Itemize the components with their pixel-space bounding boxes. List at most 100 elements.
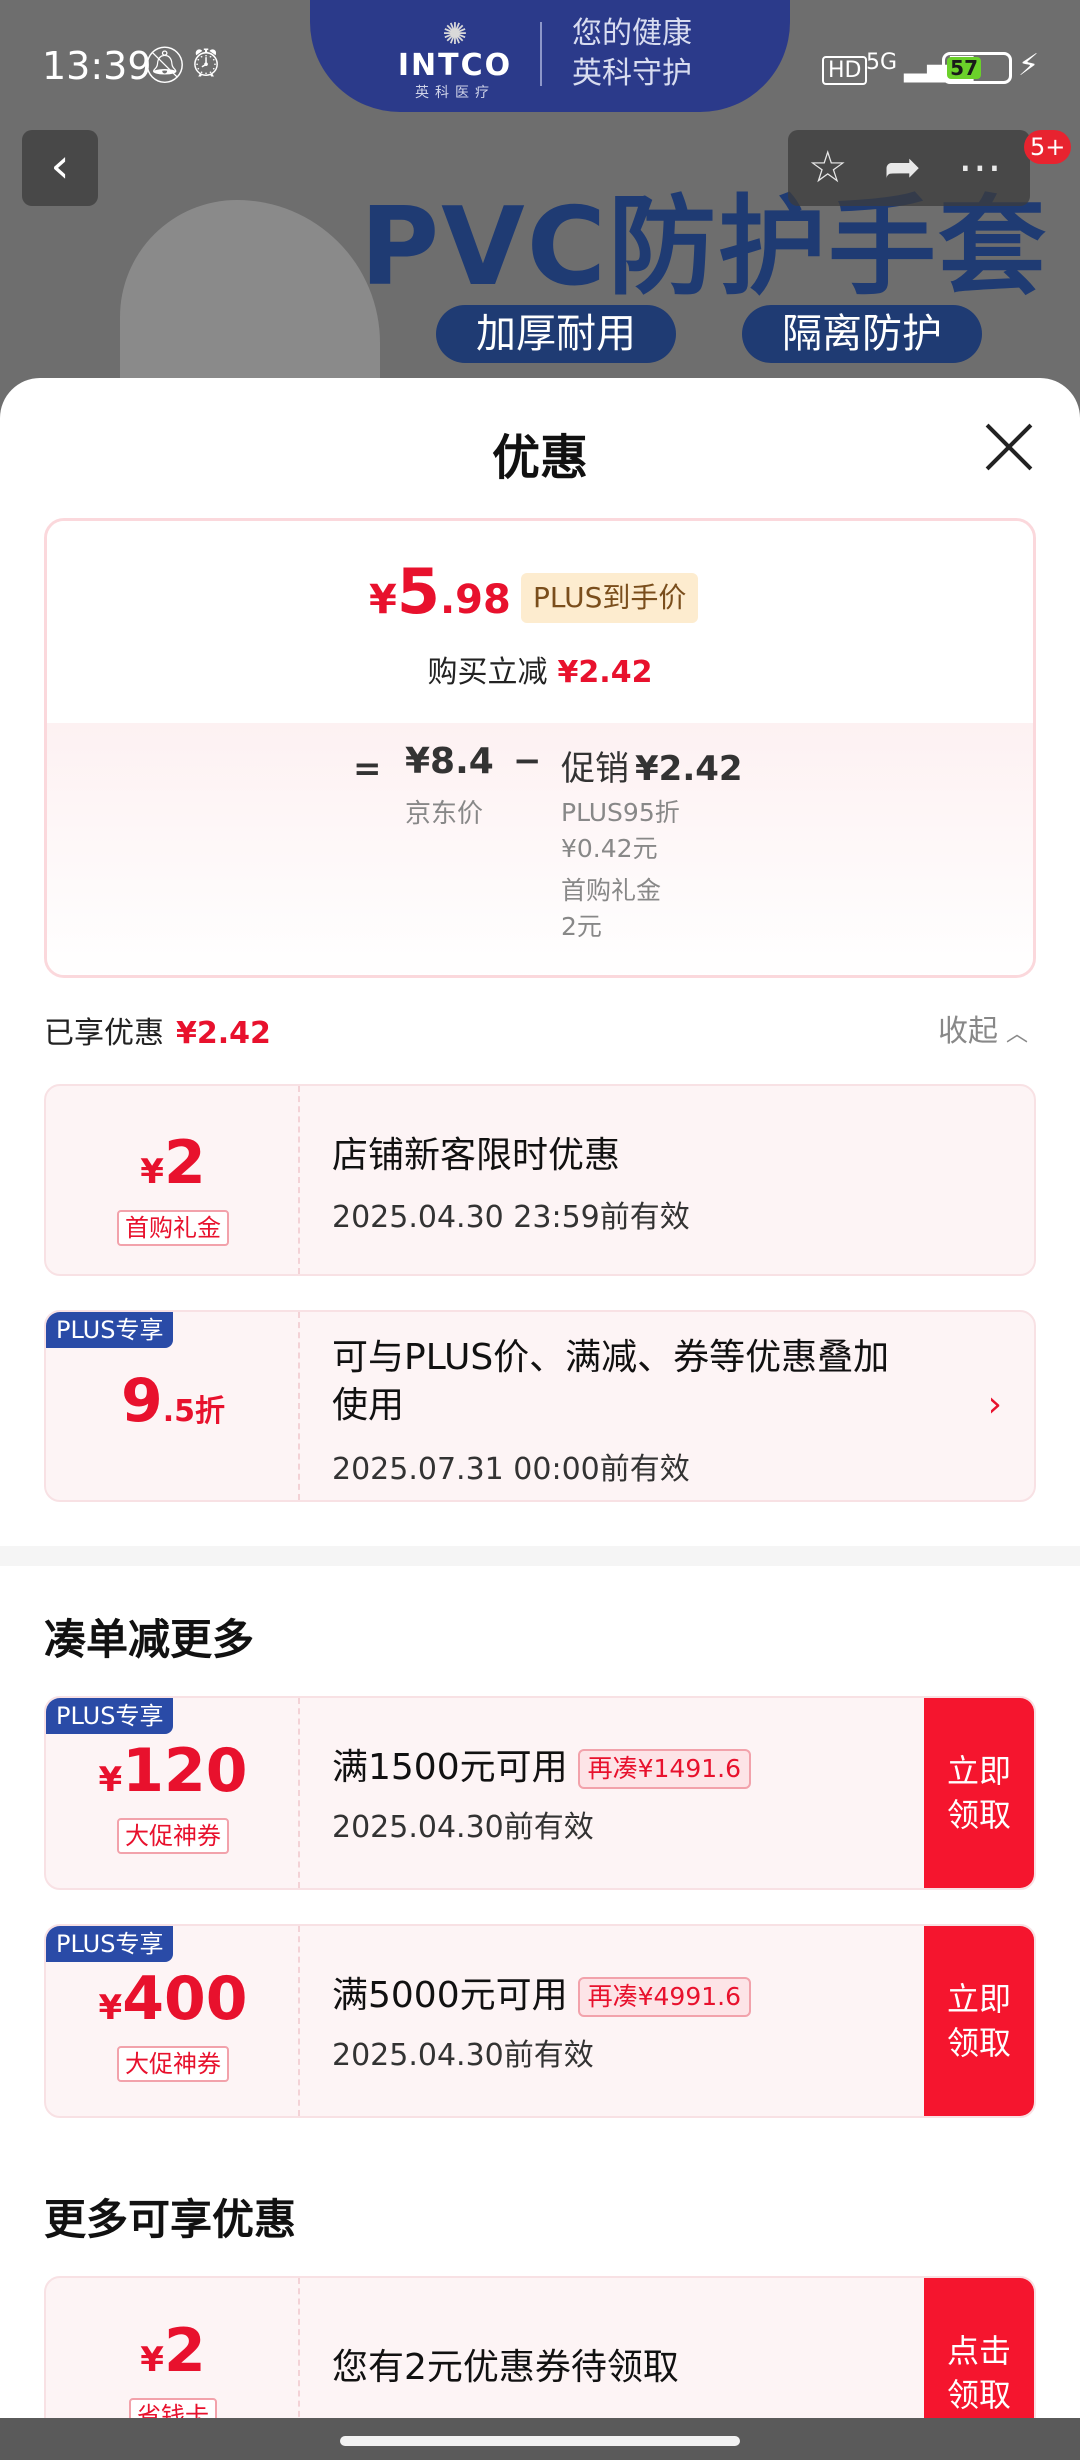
final-price: ¥5.98 — [369, 555, 511, 628]
alarm-icon: ⏰︎ — [192, 44, 221, 85]
claim-button[interactable]: 立即 领取 — [924, 1926, 1034, 2116]
coupon-gap-hint: 再凑¥4991.6 — [577, 1977, 752, 2017]
coupon-value: 400 — [122, 1964, 248, 2034]
close-icon[interactable] — [978, 416, 1040, 478]
plus-price-tag: PLUS到手价 — [521, 573, 699, 623]
enjoyed-label: 已享优惠 — [44, 1016, 164, 1051]
plus-exclusive-tag: PLUS专享 — [46, 1312, 174, 1348]
promo-detail-4: 2元 — [561, 912, 602, 941]
coupon-type-label: 大促神券 — [117, 1818, 229, 1854]
jd-price: ¥8.4 — [405, 741, 494, 782]
section-title-more: 凑单减更多 — [44, 1615, 255, 1664]
currency-symbol: ¥ — [369, 577, 397, 623]
coupon-card-savings: ¥2 省钱卡 您有2元优惠券待领取 点击 领取 — [44, 2276, 1036, 2418]
reduce-value: ¥2.42 — [557, 655, 653, 690]
coupon-value: 120 — [122, 1736, 248, 1806]
coupon-title: 满1500元可用 再凑¥1491.6 — [332, 1744, 752, 1792]
enjoyed-value: ¥2.42 — [176, 1016, 271, 1051]
coupon-value: 2 — [163, 1128, 206, 1198]
coupon-date: 2025.04.30前有效 — [332, 1810, 594, 1845]
price-summary-card: ¥5.98 PLUS到手价 购买立减 ¥2.42 = ¥8.4 京东价 − 促销 ¥… — [44, 518, 1036, 978]
coupon-type: 大促神券 — [46, 2046, 300, 2082]
coupon-gap-hint: 再凑¥1491.6 — [577, 1749, 752, 1789]
coupon-value: 9 — [120, 1366, 163, 1436]
price-integer: 5 — [396, 555, 440, 628]
battery-icon: 57 — [942, 52, 1012, 84]
summary-top: ¥5.98 PLUS到手价 购买立减 ¥2.42 — [47, 521, 1033, 723]
battery-level: 57 — [947, 57, 982, 79]
coupon-type: 首购礼金 — [46, 1210, 300, 1246]
promo-value: ¥2.42 — [635, 749, 743, 789]
coupon-type-label: 省钱卡 — [129, 2398, 217, 2418]
reduce-line: 购买立减 ¥2.42 — [47, 647, 1033, 691]
coupon-title-line-2: 使用 — [332, 1385, 405, 1426]
collapse-button[interactable]: 收起 ︿ — [938, 1006, 1028, 1050]
coupon-threshold: 满1500元可用 — [332, 1747, 568, 1788]
coupon-title: 可与PLUS价、满减、券等优惠叠加 使用 — [332, 1334, 889, 1430]
hd-indicator: HD — [822, 56, 868, 85]
banner-tag-2: 隔离防护 — [742, 305, 982, 363]
claim-button[interactable]: 立即 领取 — [924, 1698, 1034, 1888]
coupon-date: 2025.07.31 00:00前有效 — [332, 1452, 690, 1487]
share-icon[interactable]: ➦ — [884, 130, 921, 206]
equals-sign: = — [353, 749, 382, 789]
promo-total: 促销 ¥2.42 — [561, 741, 743, 790]
enjoyed-discount: 已享优惠 ¥2.42 — [44, 1008, 271, 1052]
coupon-title-line-1: 可与PLUS价、满减、券等优惠叠加 — [332, 1337, 890, 1378]
more-icon[interactable]: ⋯ — [958, 130, 1002, 206]
banner-tag-1: 加厚耐用 — [436, 305, 676, 363]
price-decimal: .98 — [439, 577, 511, 623]
promo-detail-3: 首购礼金 — [561, 876, 662, 905]
star-icon[interactable]: ☆ — [808, 130, 847, 206]
charging-icon: ⚡︎ — [1018, 48, 1040, 83]
coupon-card-400: PLUS专享 ¥400 大促神券 满5000元可用 再凑¥4991.6 2025.… — [44, 1924, 1036, 2118]
coupon-value-suffix: .5折 — [162, 1394, 226, 1429]
section-title-extra: 更多可享优惠 — [44, 2195, 297, 2244]
promo-label: 促销 — [561, 749, 629, 789]
coupon-currency: ¥ — [140, 1152, 164, 1192]
coupon-type: 大促神券 — [46, 1818, 300, 1854]
coupon-value: 2 — [163, 2316, 206, 2386]
home-indicator[interactable] — [340, 2436, 740, 2446]
discount-sheet: 优惠 ¥5.98 PLUS到手价 购买立减 ¥2.42 = ¥8.4 京东价 − … — [0, 378, 1080, 2418]
coupon-amount: ¥120 — [46, 1736, 300, 1806]
plus-exclusive-tag: PLUS专享 — [46, 1926, 174, 1962]
coupon-currency: ¥ — [98, 1760, 123, 1800]
promo-detail-1: PLUS95折 — [561, 798, 680, 827]
coupon-threshold: 满5000元可用 — [332, 1975, 568, 2016]
plus-exclusive-tag: PLUS专享 — [46, 1698, 174, 1734]
promo-detail-2: ¥0.42元 — [561, 834, 658, 863]
collapse-label: 收起 — [938, 1014, 998, 1049]
coupon-type: 省钱卡 — [46, 2398, 300, 2418]
bell-off-icon: 🔕︎ — [142, 45, 188, 86]
chevron-up-icon: ︿ — [1006, 1022, 1029, 1047]
coupon-date: 2025.04.30 23:59前有效 — [332, 1200, 690, 1235]
back-button[interactable]: ‹ — [22, 130, 98, 206]
coupon-card-first-purchase: ¥2 首购礼金 店铺新客限时优惠 2025.04.30 23:59前有效 — [44, 1084, 1036, 1276]
sheet-title: 优惠 — [491, 430, 588, 486]
claim-button[interactable]: 点击 领取 — [924, 2278, 1034, 2418]
coupon-amount: ¥2 — [46, 1128, 300, 1198]
coupon-type-label: 大促神券 — [117, 2046, 229, 2082]
coupon-card-120: PLUS专享 ¥120 大促神券 满1500元可用 再凑¥1491.6 2025.… — [44, 1696, 1036, 1890]
coupon-title: 店铺新客限时优惠 — [332, 1135, 621, 1176]
chevron-left-icon: ‹ — [50, 138, 70, 194]
section-divider — [0, 1546, 1080, 1566]
coupon-type-label: 首购礼金 — [117, 1210, 229, 1246]
network-indicator: 5G — [866, 50, 898, 75]
message-badge: 5+ — [1024, 130, 1072, 164]
coupon-amount: ¥400 — [46, 1964, 300, 2034]
coupon-title: 您有2元优惠券待领取 — [332, 2347, 679, 2388]
status-bar: 13:39 🔕︎ ⏰︎ HD 5G ▂▄▆ 57 ⚡︎ — [0, 0, 1080, 130]
coupon-amount: 9.5折 — [46, 1366, 300, 1436]
coupon-currency: ¥ — [140, 2340, 164, 2380]
chevron-right-icon: › — [987, 1384, 1002, 1425]
coupon-amount: ¥2 — [46, 2316, 300, 2386]
coupon-title: 满5000元可用 再凑¥4991.6 — [332, 1972, 752, 2020]
summary-breakdown: = ¥8.4 京东价 − 促销 ¥2.42 PLUS95折 ¥0.42元 首购礼金… — [47, 723, 1033, 975]
coupon-card-plus-discount[interactable]: PLUS专享 9.5折 可与PLUS价、满减、券等优惠叠加 使用 2025.07… — [44, 1310, 1036, 1502]
clock: 13:39 — [42, 44, 152, 88]
coupon-date: 2025.04.30前有效 — [332, 2038, 594, 2073]
action-bar: ☆ ➦ ⋯ — [788, 130, 1030, 206]
minus-sign: − — [513, 741, 542, 781]
